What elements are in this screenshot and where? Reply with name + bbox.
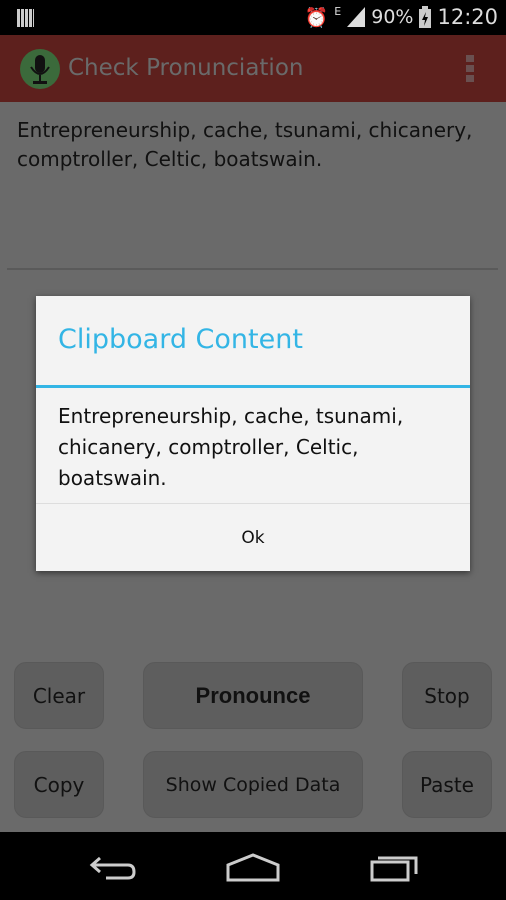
- clear-button[interactable]: Clear: [14, 662, 104, 729]
- status-bar: ⏰ E 90% 12:20: [0, 0, 506, 35]
- battery-charging-icon: [419, 6, 432, 28]
- alarm-icon: ⏰: [304, 6, 329, 29]
- network-type: E: [334, 5, 342, 18]
- dialog-message: Entrepreneurship, cache, tsunami, chican…: [58, 404, 404, 490]
- stop-button[interactable]: Stop: [402, 662, 492, 729]
- text-input-underline: [7, 268, 498, 270]
- recent-apps-icon[interactable]: [370, 852, 420, 882]
- app-bar: Check Pronunciation: [0, 35, 506, 102]
- navigation-bar: [0, 832, 506, 900]
- battery-percent: 90%: [371, 6, 414, 28]
- app-title: Check Pronunciation: [68, 55, 304, 81]
- pronounce-button[interactable]: Pronounce: [143, 662, 363, 729]
- home-icon[interactable]: [226, 852, 280, 882]
- text-input[interactable]: Entrepreneurship, cache, tsunami, chican…: [17, 116, 497, 174]
- ok-button[interactable]: Ok: [36, 504, 470, 571]
- dialog-title-divider: [36, 385, 470, 388]
- paste-button[interactable]: Paste: [402, 751, 492, 818]
- copy-button[interactable]: Copy: [14, 751, 104, 818]
- clock: 12:20: [437, 5, 498, 29]
- microphone-icon: [20, 49, 60, 89]
- show-copied-data-button[interactable]: Show Copied Data: [143, 751, 363, 818]
- notification-icon: [17, 9, 34, 27]
- dialog-title: Clipboard Content: [58, 324, 303, 355]
- clipboard-dialog: Clipboard Content Entrepreneurship, cach…: [36, 296, 470, 571]
- signal-icon: [347, 7, 366, 27]
- back-icon[interactable]: [88, 852, 138, 882]
- overflow-menu-icon[interactable]: [466, 55, 476, 85]
